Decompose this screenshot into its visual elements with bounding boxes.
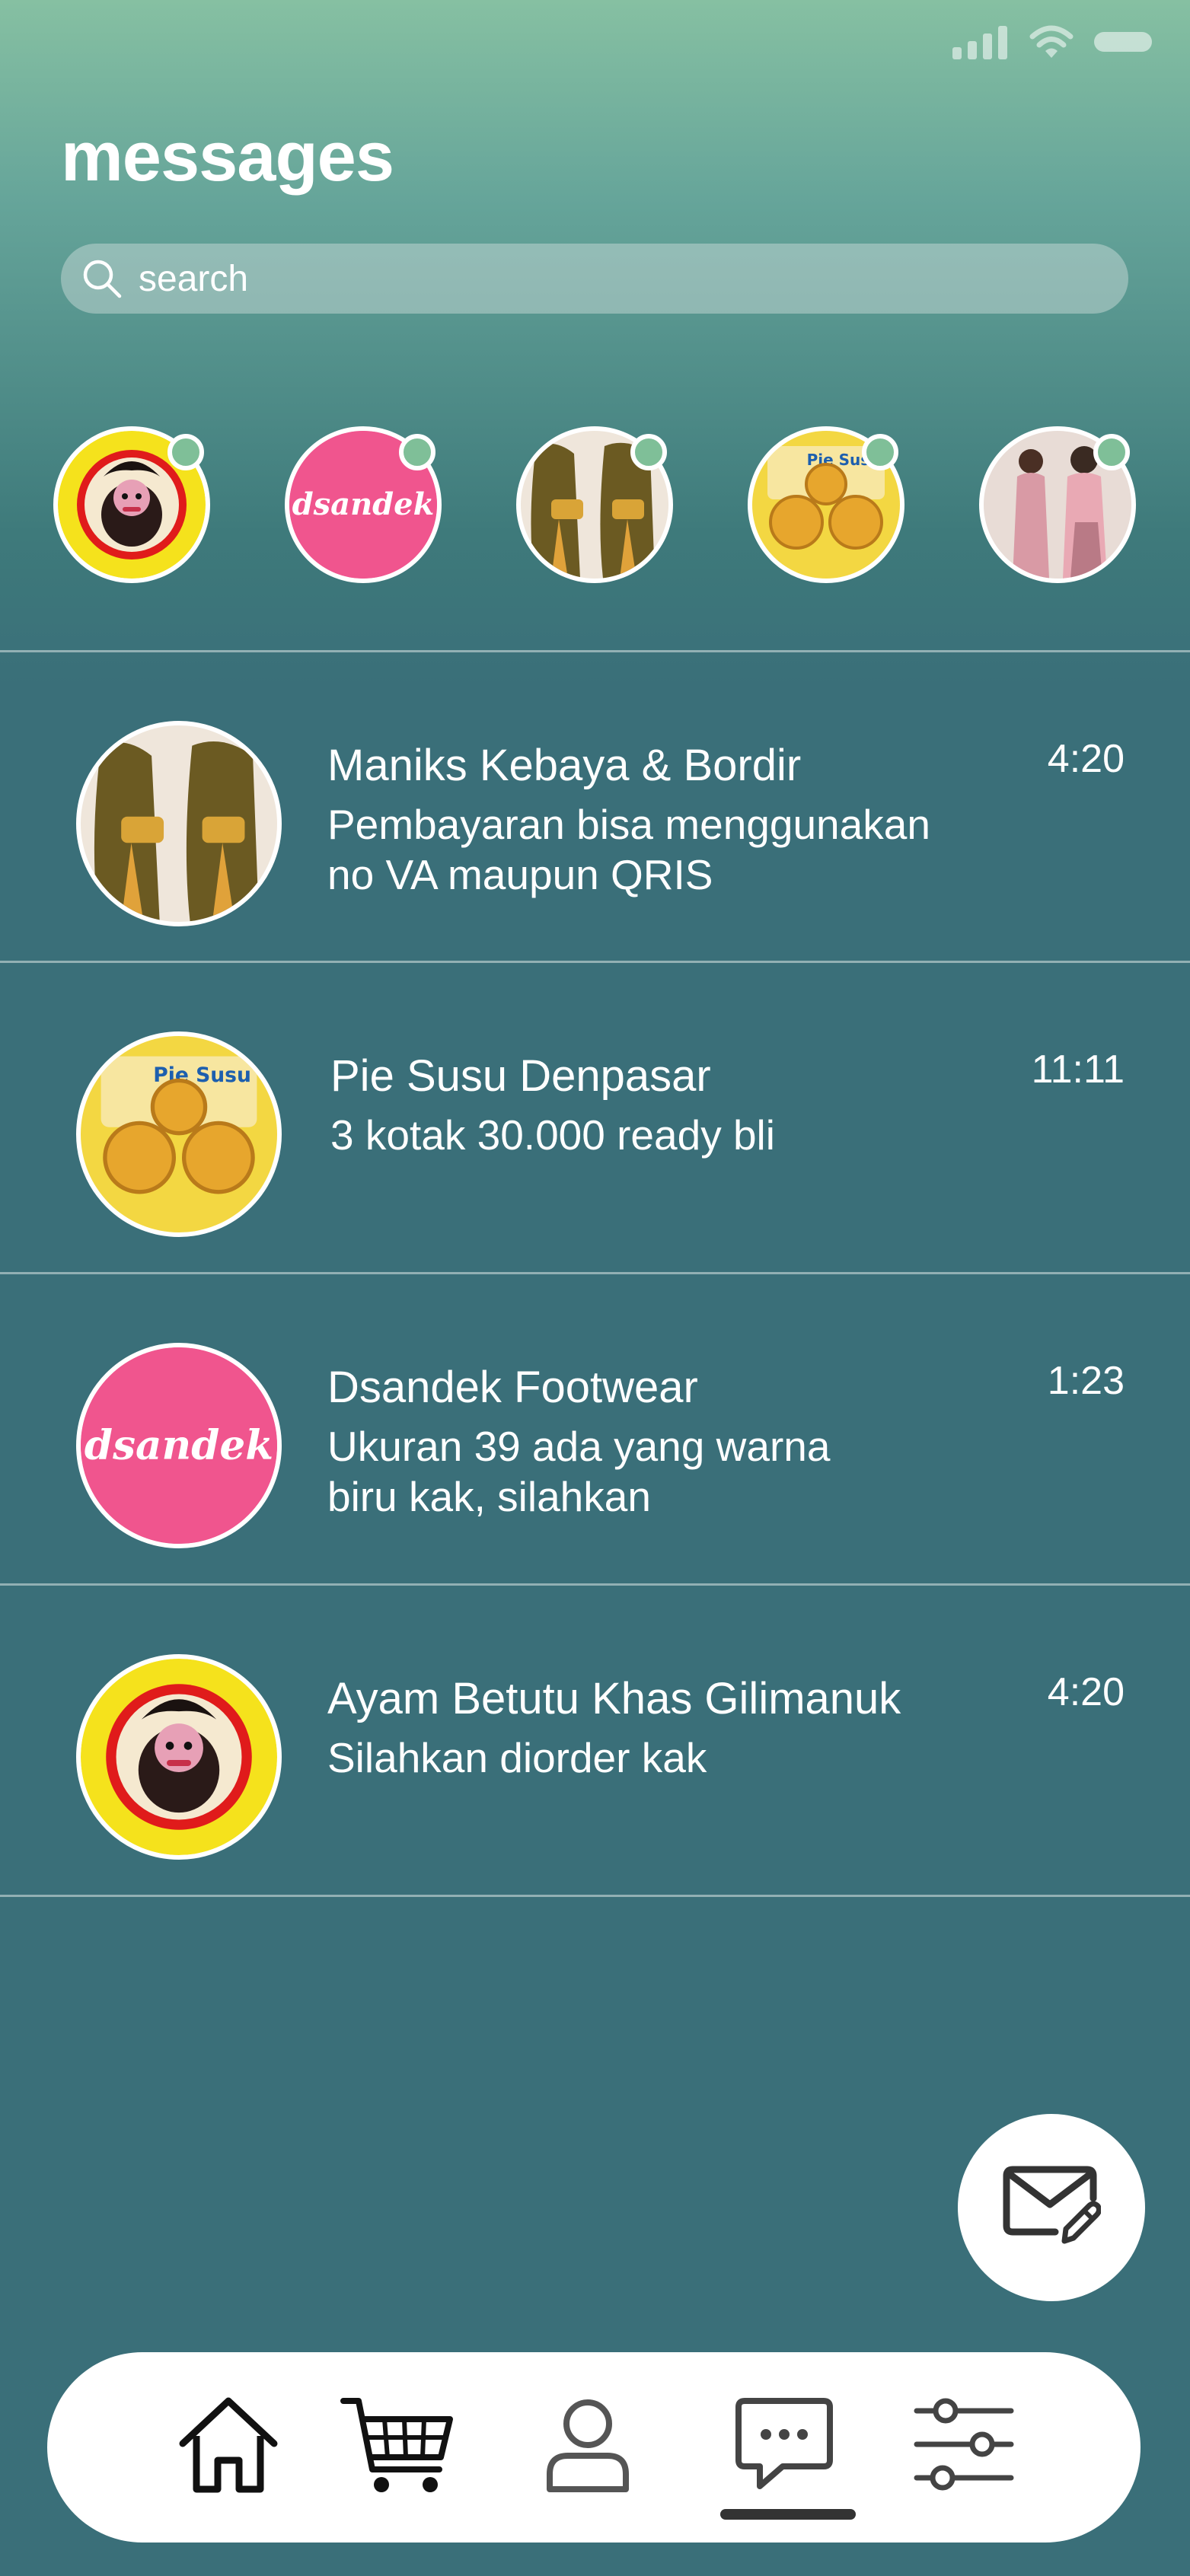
conversation-item[interactable]: Pie Susu Pie Susu Denpasar 3 kotak 30.00… [0,963,1190,1271]
nav-home[interactable] [167,2386,289,2507]
online-indicator [399,434,435,470]
online-indicator [862,434,898,470]
conversation-preview: Silahkan diorder kak [327,1734,707,1781]
online-indicator [167,434,204,470]
nav-settings[interactable] [903,2386,1025,2507]
nav-cart[interactable] [337,2386,458,2507]
wifi-icon [1029,24,1074,63]
messages-screen: messages search dsandek Pie Susu Maniks … [0,0,1190,2576]
conversation-preview: 3 kotak 30.000 ready bli [330,1111,775,1159]
chat-icon [732,2395,836,2499]
story-pie-susu[interactable]: Pie Susu [748,426,904,583]
profile-icon [542,2395,633,2499]
conversation-item[interactable]: dsandek Dsandek Footwear Ukuran 39 ada y… [0,1274,1190,1583]
conversation-avatar: Pie Susu [76,1031,282,1237]
search-icon [81,257,123,300]
story-dsandek[interactable]: dsandek [285,426,442,583]
bottom-navigation [47,2352,1141,2543]
nav-messages[interactable] [723,2386,845,2507]
dsandek-logo: dsandek [81,1347,277,1544]
conversation-name: Maniks Kebaya & Bordir [327,741,802,790]
conversation-name: Dsandek Footwear [327,1363,698,1412]
story-ayam-betutu[interactable] [53,426,210,583]
conversation-time: 11:11 [1031,1047,1125,1092]
conversation-item[interactable]: Maniks Kebaya & Bordir Pembayaran bisa m… [0,652,1190,961]
conversation-time: 4:20 [1047,737,1125,781]
stories-row: dsandek Pie Susu [0,426,1190,586]
compose-mail-icon [1002,2162,1102,2254]
signal-icon [952,24,1009,63]
conversation-preview: Ukuran 39 ada yang warna biru kak, silah… [327,1423,831,1520]
conversation-avatar [76,721,282,926]
svg-text:dsandek: dsandek [292,486,435,522]
active-tab-indicator [720,2509,856,2520]
conversation-item[interactable]: Ayam Betutu Khas Gilimanuk Silahkan dior… [0,1586,1190,1894]
story-maniks-kebaya[interactable] [516,426,673,583]
pie-susu-photo: Pie Susu [81,1036,277,1232]
cart-icon [340,2393,455,2501]
conversation-time: 4:20 [1047,1670,1125,1714]
conversation-name: Ayam Betutu Khas Gilimanuk [327,1674,901,1723]
nav-profile[interactable] [527,2386,649,2507]
search-bar[interactable]: search [61,244,1128,314]
ayam-betutu-logo [81,1659,277,1855]
search-input[interactable]: search [139,258,248,300]
settings-sliders-icon [912,2396,1016,2498]
battery-icon [1094,29,1152,59]
compose-message-button[interactable] [958,2114,1145,2301]
conversation-time: 1:23 [1047,1359,1125,1403]
conversation-avatar: dsandek [76,1343,282,1548]
kebaya-photo [81,725,277,922]
online-indicator [1093,434,1130,470]
status-bar [952,24,1152,63]
home-icon [175,2393,282,2501]
online-indicator [630,434,667,470]
story-kebaya-pink[interactable] [979,426,1136,583]
conversation-name: Pie Susu Denpasar [330,1051,711,1101]
page-title: messages [61,118,394,196]
svg-text:dsandek: dsandek [85,1420,273,1468]
divider [0,1895,1190,1897]
conversation-avatar [76,1654,282,1860]
conversation-preview: Pembayaran bisa menggunakan no VA maupun… [327,801,930,898]
